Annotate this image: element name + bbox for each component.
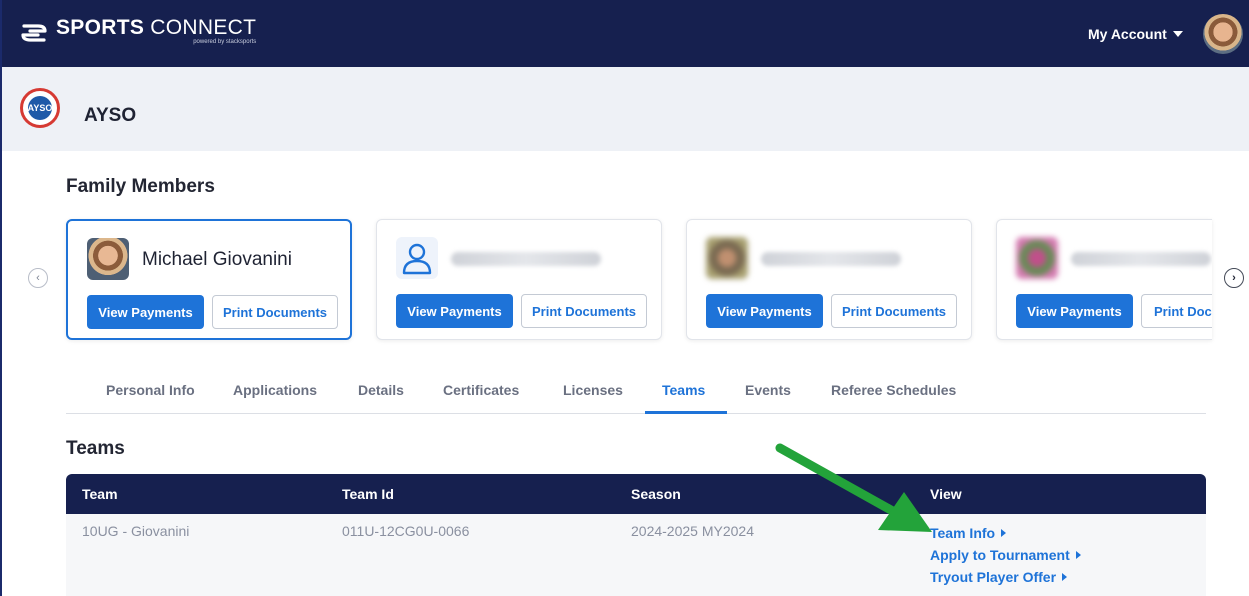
team-id-cell: 011U-12CG0U-0066 [342,523,470,539]
view-payments-button[interactable]: View Payments [706,294,823,328]
tab-certificates[interactable]: Certificates [443,382,519,398]
tryout-player-offer-link[interactable]: Tryout Player Offer [930,569,1068,585]
member-photo-redacted [706,237,748,279]
chevron-down-icon [1172,31,1183,37]
org-logo-text: AYSO [28,96,52,120]
print-documents-button[interactable]: Print Docu [1141,294,1212,328]
tab-referee-schedules[interactable]: Referee Schedules [831,382,956,398]
member-name-redacted [451,252,601,266]
member-photo [87,238,129,280]
carousel-next-button[interactable]: › [1224,268,1244,288]
caret-right-icon [1001,529,1007,537]
view-payments-button[interactable]: View Payments [87,295,204,329]
print-documents-button[interactable]: Print Documents [831,294,957,328]
member-name-redacted [1071,252,1211,266]
view-payments-button[interactable]: View Payments [396,294,513,328]
chevron-left-icon: ‹ [36,272,40,284]
carousel-prev-button[interactable]: ‹ [28,268,48,288]
table-row: 10UG - Giovanini 011U-12CG0U-0066 2024-2… [66,514,1206,596]
print-documents-button[interactable]: Print Documents [212,295,338,329]
season-cell: 2024-2025 MY2024 [631,523,754,539]
tab-applications[interactable]: Applications [233,382,317,398]
family-member-card[interactable]: View Payments Print Docu [996,219,1212,340]
tab-details[interactable]: Details [358,382,404,398]
sports-connect-logo-icon [21,24,47,42]
user-avatar[interactable] [1201,12,1245,56]
team-name-cell: 10UG - Giovanini [82,523,190,539]
tab-personal-info[interactable]: Personal Info [106,382,195,398]
teams-table: Team Team Id Season View 10UG - Giovanin… [66,474,1206,596]
family-member-card[interactable]: View Payments Print Documents [376,219,662,340]
active-tab-indicator [645,411,727,414]
tab-licenses[interactable]: Licenses [563,382,623,398]
print-documents-button[interactable]: Print Documents [521,294,647,328]
my-account-menu[interactable]: My Account [1088,26,1183,42]
org-bar: AYSO AYSO [2,67,1249,151]
family-member-card[interactable]: Michael Giovanini View Payments Print Do… [66,219,352,340]
member-name-redacted [761,252,901,266]
brand-bold: SPORTS [56,16,145,39]
view-payments-button[interactable]: View Payments [1016,294,1133,328]
tab-events[interactable]: Events [745,382,791,398]
member-photo-redacted [1016,237,1058,279]
caret-right-icon [1062,573,1068,581]
top-nav-bar: SPORTS CONNECT powered by stacksports My… [0,0,1249,67]
sports-connect-logo[interactable]: SPORTS CONNECT powered by stacksports [18,17,256,49]
team-info-link[interactable]: Team Info [930,525,1007,541]
org-name: AYSO [84,105,137,126]
chevron-right-icon: › [1232,272,1236,284]
tab-teams[interactable]: Teams [662,382,705,398]
caret-right-icon [1075,551,1081,559]
family-members-title: Family Members [66,176,215,197]
profile-tabs: Personal Info Applications Details Certi… [66,374,1206,414]
table-header: Team Team Id Season View [66,474,1206,514]
family-member-card[interactable]: View Payments Print Documents [686,219,972,340]
apply-to-tournament-link[interactable]: Apply to Tournament [930,547,1081,563]
user-placeholder-icon [396,237,438,279]
brand-light: CONNECT [150,16,257,39]
brand-sub: powered by stacksports [193,39,257,45]
my-account-label: My Account [1088,26,1167,42]
apply-to-tournament-label: Apply to Tournament [930,547,1070,563]
column-header-team: Team [82,486,118,502]
tryout-player-offer-label: Tryout Player Offer [930,569,1057,585]
member-name: Michael Giovanini [142,249,292,270]
column-header-team-id: Team Id [342,486,394,502]
org-logo: AYSO [20,88,60,128]
column-header-season: Season [631,486,681,502]
teams-section-title: Teams [66,438,125,459]
annotation-arrow-icon [775,443,932,532]
